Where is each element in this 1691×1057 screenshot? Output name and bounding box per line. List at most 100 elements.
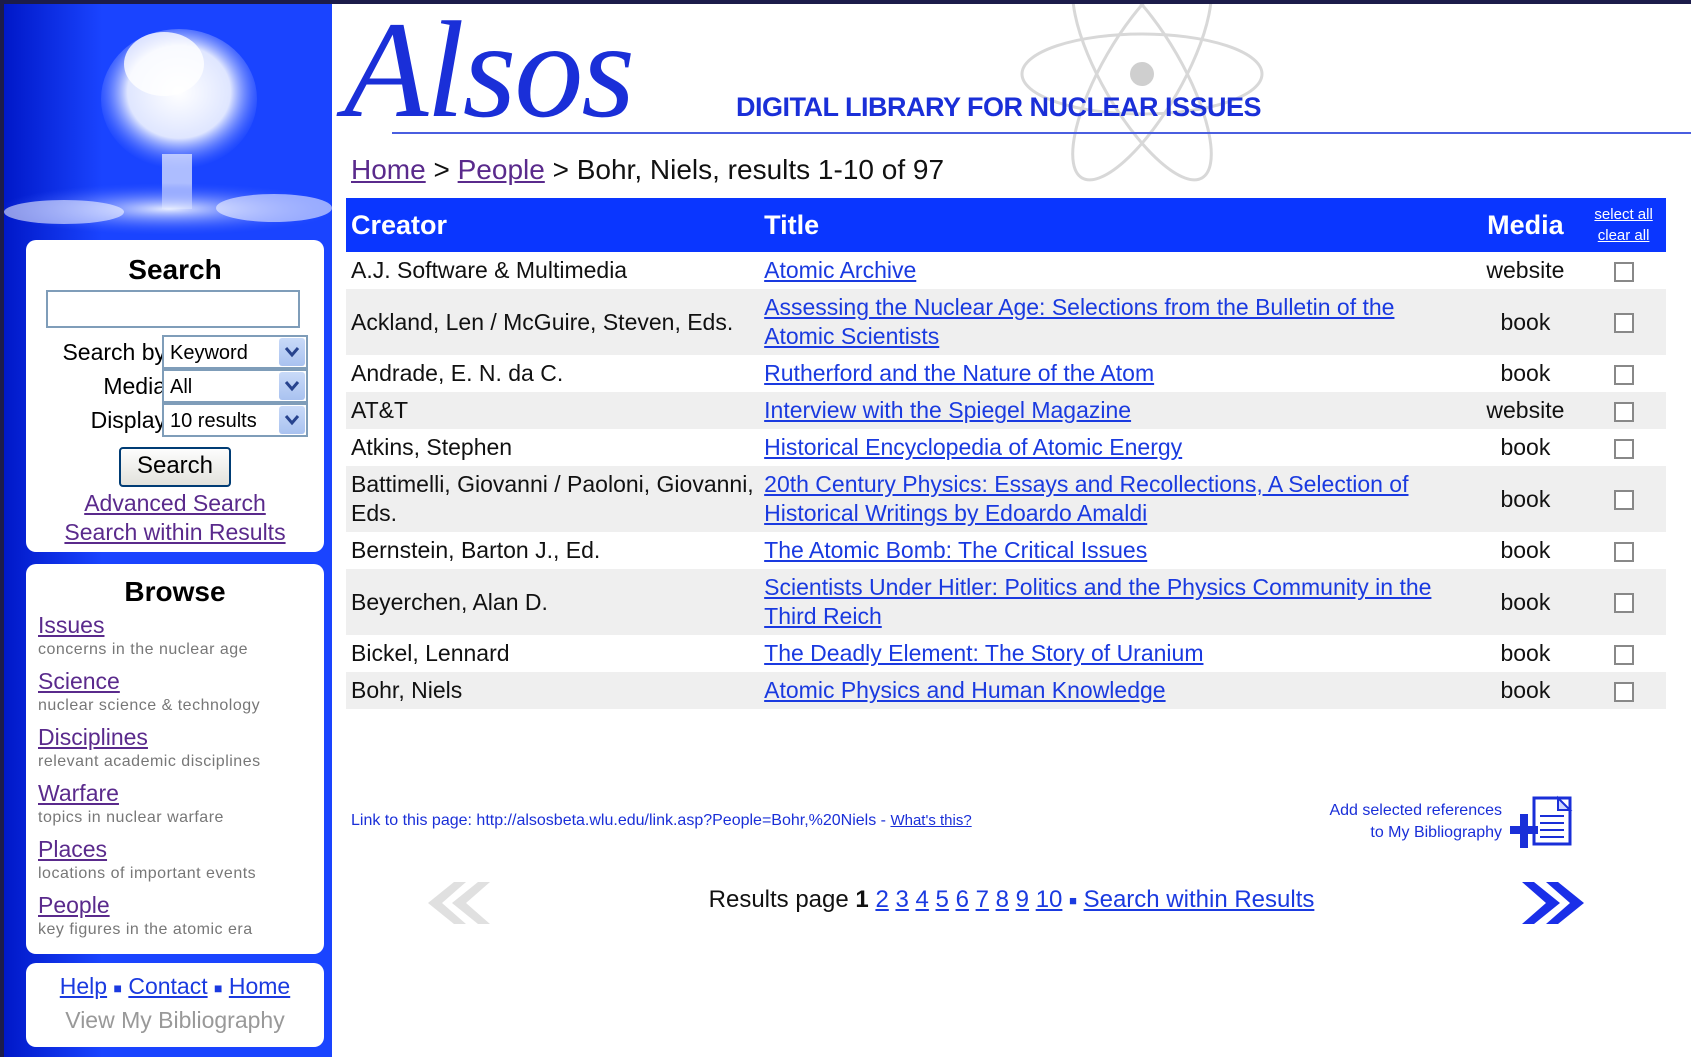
page-link[interactable]: 3 [895,886,908,913]
chevron-down-icon[interactable] [279,338,305,366]
select-checkbox[interactable] [1613,438,1634,459]
title-link[interactable]: Historical Encyclopedia of Atomic Energy [764,434,1182,460]
page-link[interactable]: 5 [936,886,949,913]
creator-cell: Atkins, Stephen [351,434,513,460]
breadcrumb-home-link[interactable]: Home [351,154,426,185]
page-link[interactable]: 6 [956,886,969,913]
browse-link-people[interactable]: People [38,892,253,919]
browse-heading: Browse [124,576,226,607]
creator-cell: Battimelli, Giovanni / Paoloni, Giovanni… [346,466,760,532]
select-checkbox[interactable] [1613,364,1634,385]
breadcrumb-current: > Bohr, Niels, results 1-10 of 97 [552,154,945,185]
title-link[interactable]: 20th Century Physics: Essays and Recolle… [764,471,1408,526]
home-link[interactable]: Home [229,973,290,999]
browse-item-people: People key figures in the atomic era [38,892,253,939]
media-label: Media [103,373,166,399]
title-link[interactable]: Assessing the Nuclear Age: Selections fr… [764,294,1394,349]
table-row: A.J. Software & Multimedia Atomic Archiv… [346,252,1666,289]
table-row: AT&T Interview with the Spiegel Magazine… [346,392,1666,429]
advanced-search-link[interactable]: Advanced Search [26,490,324,517]
page-link[interactable]: 7 [976,886,989,913]
sidebar: Search Search by Keyword Media All Displ… [4,4,332,1057]
search-panel: Search Search by Keyword Media All Displ… [26,240,324,552]
select-checkbox[interactable] [1613,261,1634,282]
media-cell: book [1469,569,1582,635]
browse-link-issues[interactable]: Issues [38,612,248,639]
creator-cell: Andrade, E. N. da C. [351,360,564,386]
add-to-bibliography[interactable]: Add selected references to My Bibliograp… [1282,800,1502,844]
browse-link-disciplines[interactable]: Disciplines [38,724,261,751]
browser-frame: Search Search by Keyword Media All Displ… [4,4,1691,1057]
title-link[interactable]: Atomic Archive [764,257,916,283]
title-link[interactable]: The Atomic Bomb: The Critical Issues [764,537,1147,563]
select-checkbox[interactable] [1613,313,1634,334]
table-row: Atkins, Stephen Historical Encyclopedia … [346,429,1666,466]
browse-desc: locations of important events [38,865,257,882]
column-header-title: Title [759,198,1470,252]
pager-search-within-link[interactable]: Search within Results [1084,886,1315,913]
chevron-down-icon[interactable] [279,372,305,400]
tagline: DIGITAL LIBRARY FOR NUCLEAR ISSUES [736,92,1262,122]
view-bibliography-link[interactable]: View My Bibliography [26,1007,324,1034]
next-page-icon[interactable] [1518,878,1598,928]
breadcrumb: Home > People > Bohr, Niels, results 1-1… [351,154,944,186]
creator-cell: Ackland, Len / McGuire, Steven, Eds. [346,289,760,355]
page-link[interactable]: 4 [916,886,929,913]
contact-link[interactable]: Contact [128,973,207,999]
select-checkbox[interactable] [1613,490,1634,511]
select-checkbox[interactable] [1613,681,1634,702]
search-by-label: Search by [62,339,166,365]
browse-desc: nuclear science & technology [38,697,261,714]
title-link[interactable]: Rutherford and the Nature of the Atom [764,360,1154,386]
browse-panel: Browse Issues concerns in the nuclear ag… [26,564,324,954]
media-cell: book [1469,672,1582,709]
media-select[interactable]: All [162,369,308,403]
breadcrumb-people-link[interactable]: People [458,154,545,185]
results-table: Creator Title Media select all clear all… [346,198,1666,709]
display-select[interactable]: 10 results [162,403,308,437]
search-by-value: Keyword [170,342,248,364]
browse-desc: key figures in the atomic era [38,921,253,938]
column-header-creator: Creator [346,198,760,252]
add-bib-line2: to My Bibliography [1370,824,1502,841]
search-button[interactable]: Search [119,447,231,487]
chevron-down-icon[interactable] [279,406,305,434]
select-checkbox[interactable] [1613,593,1634,614]
page-link[interactable]: 10 [1036,886,1063,913]
search-by-row: Search by Keyword [26,335,324,369]
page-link[interactable]: 9 [1016,886,1029,913]
title-link[interactable]: Scientists Under Hitler: Politics and th… [764,574,1431,629]
browse-link-warfare[interactable]: Warfare [38,780,224,807]
main-content: Alsos DIGITAL LIBRARY FOR NUCLEAR ISSUES… [332,4,1691,1057]
search-input[interactable] [46,290,300,328]
help-link[interactable]: Help [60,973,107,999]
display-value: 10 results [170,410,257,432]
search-within-results-link[interactable]: Search within Results [26,519,324,546]
media-cell: book [1500,640,1551,666]
table-row: Andrade, E. N. da C. Rutherford and the … [346,355,1666,392]
breadcrumb-separator: > [433,154,450,185]
divider [392,132,1691,134]
select-checkbox[interactable] [1613,541,1634,562]
alsos-logo[interactable]: Alsos [344,4,635,149]
title-link[interactable]: The Deadly Element: The Story of Uranium [764,640,1203,666]
whats-this-link[interactable]: What's this? [890,812,971,829]
add-document-icon[interactable] [1510,794,1576,850]
clear-all-link[interactable]: clear all [1586,225,1661,246]
title-link[interactable]: Atomic Physics and Human Knowledge [764,677,1165,703]
select-all-link[interactable]: select all [1586,204,1661,225]
search-by-select[interactable]: Keyword [162,335,308,369]
browse-item-places: Places locations of important events [38,836,256,883]
table-row: Bickel, Lennard The Deadly Element: The … [346,635,1666,672]
browse-desc: topics in nuclear warfare [38,809,224,826]
page-link[interactable]: 2 [875,886,888,913]
search-heading: Search [128,254,222,285]
title-link[interactable]: Interview with the Spiegel Magazine [764,397,1131,423]
select-checkbox[interactable] [1613,401,1634,422]
select-checkbox[interactable] [1613,644,1634,665]
pager-label: Results page [708,886,849,913]
browse-link-places[interactable]: Places [38,836,256,863]
browse-link-science[interactable]: Science [38,668,260,695]
table-row: Ackland, Len / McGuire, Steven, Eds. Ass… [346,289,1666,355]
page-link[interactable]: 8 [996,886,1009,913]
